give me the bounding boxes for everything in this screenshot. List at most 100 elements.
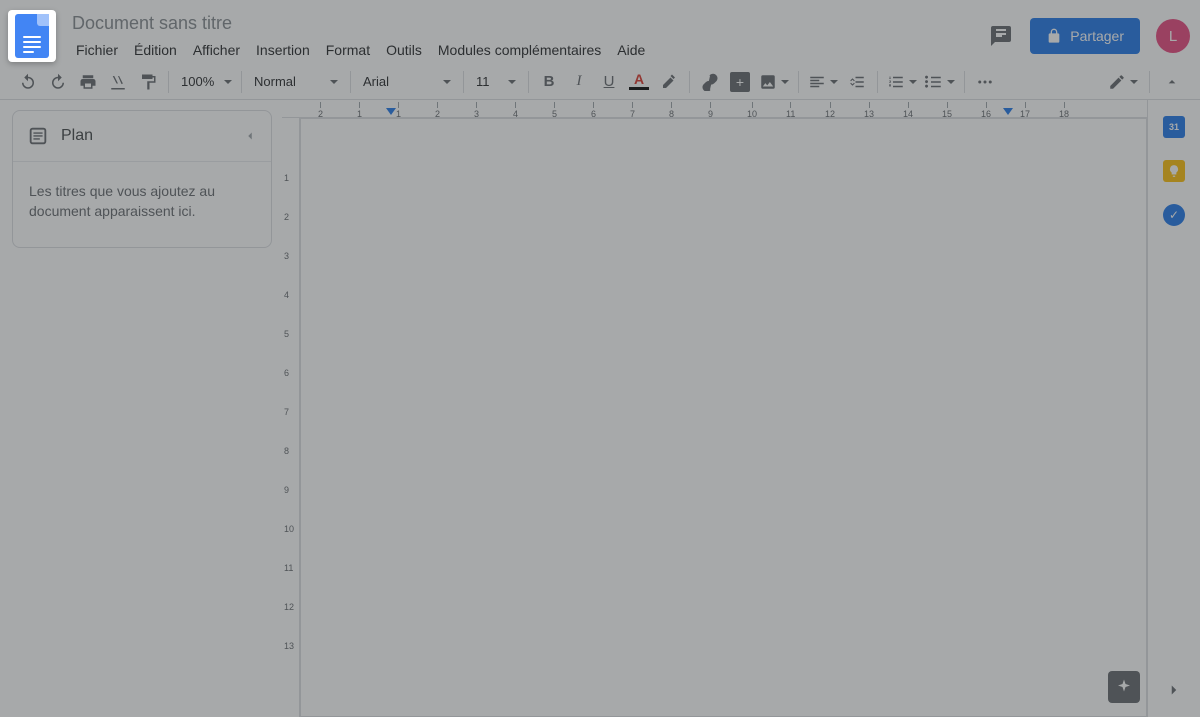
docs-logo-icon xyxy=(15,14,49,58)
editing-mode-button[interactable] xyxy=(1105,68,1141,96)
font-value: Arial xyxy=(363,74,389,89)
numbered-list-button[interactable] xyxy=(884,68,920,96)
ruler-tick: 10 xyxy=(747,102,757,119)
calendar-icon: 31 xyxy=(1169,122,1179,132)
ruler-tick: 3 xyxy=(474,102,479,119)
ruler-tick: 17 xyxy=(1020,102,1030,119)
line-spacing-icon xyxy=(848,73,866,91)
underline-button[interactable]: U xyxy=(595,68,623,96)
line-spacing-button[interactable] xyxy=(843,68,871,96)
side-panel-toggle[interactable] xyxy=(1165,681,1183,699)
italic-button[interactable]: I xyxy=(565,68,593,96)
explore-icon xyxy=(1115,678,1133,696)
text-color-swatch xyxy=(629,87,649,90)
menu-format[interactable]: Format xyxy=(318,38,378,62)
align-button[interactable] xyxy=(805,68,841,96)
bold-button[interactable]: B xyxy=(535,68,563,96)
ruler-tick: 8 xyxy=(284,446,289,456)
toolbar: 100% Normal Arial 11 B I U A + xyxy=(0,64,1200,100)
menu-file[interactable]: Fichier xyxy=(68,38,126,62)
menu-edit[interactable]: Édition xyxy=(126,38,185,62)
share-button-label: Partager xyxy=(1070,28,1124,44)
side-panel: 31 xyxy=(1148,100,1200,717)
undo-icon xyxy=(19,73,37,91)
ruler-tick: 5 xyxy=(552,102,557,119)
redo-button[interactable] xyxy=(44,68,72,96)
insert-image-button[interactable] xyxy=(756,68,792,96)
ruler-tick: 1 xyxy=(357,102,362,119)
menu-tools[interactable]: Outils xyxy=(378,38,430,62)
paragraph-style-dropdown[interactable]: Normal xyxy=(248,68,344,96)
outline-title: Plan xyxy=(61,127,231,145)
style-value: Normal xyxy=(254,74,296,89)
zoom-dropdown[interactable]: 100% xyxy=(175,68,235,96)
text-color-icon: A xyxy=(634,74,644,84)
tasks-app-button[interactable] xyxy=(1163,204,1185,226)
ruler-tick: 7 xyxy=(284,407,289,417)
spellcheck-button[interactable] xyxy=(104,68,132,96)
ruler-tick: 8 xyxy=(669,102,674,119)
right-indent-marker[interactable] xyxy=(1003,108,1013,115)
ruler-tick: 16 xyxy=(981,102,991,119)
paint-format-button[interactable] xyxy=(134,68,162,96)
horizontal-ruler[interactable]: 21123456789101112131415161718 xyxy=(282,100,1147,118)
docs-home-button[interactable] xyxy=(8,10,56,62)
image-icon xyxy=(759,73,777,91)
undo-button[interactable] xyxy=(14,68,42,96)
highlight-button[interactable] xyxy=(655,68,683,96)
paint-roller-icon xyxy=(139,73,157,91)
zoom-value: 100% xyxy=(181,74,214,89)
menu-view[interactable]: Afficher xyxy=(185,38,248,62)
more-horiz-icon xyxy=(976,73,994,91)
font-family-dropdown[interactable]: Arial xyxy=(357,68,457,96)
share-button[interactable]: Partager xyxy=(1030,18,1140,54)
comments-history-button[interactable] xyxy=(982,17,1020,55)
vertical-ruler[interactable]: 12345678910111213 xyxy=(282,118,300,717)
left-indent-marker[interactable] xyxy=(386,108,396,115)
document-title[interactable]: Document sans titre xyxy=(68,11,653,36)
menu-insert[interactable]: Insertion xyxy=(248,38,318,62)
ruler-tick: 11 xyxy=(786,102,795,119)
ruler-tick: 9 xyxy=(284,485,289,495)
ruler-tick: 3 xyxy=(284,251,289,261)
explore-button[interactable] xyxy=(1108,671,1140,703)
ruler-tick: 12 xyxy=(825,102,835,119)
redo-icon xyxy=(49,73,67,91)
collapse-toolbar-button[interactable] xyxy=(1158,68,1186,96)
ruler-tick: 7 xyxy=(630,102,635,119)
ruler-tick: 15 xyxy=(942,102,952,119)
keep-app-button[interactable] xyxy=(1163,160,1185,182)
menu-addons[interactable]: Modules complémentaires xyxy=(430,38,609,62)
ruler-tick: 9 xyxy=(708,102,713,119)
text-color-button[interactable]: A xyxy=(625,68,653,96)
ruler-tick: 2 xyxy=(435,102,440,119)
pencil-icon xyxy=(1108,73,1126,91)
print-button[interactable] xyxy=(74,68,102,96)
font-size-dropdown[interactable]: 11 xyxy=(470,68,522,96)
ruler-tick: 12 xyxy=(284,602,294,612)
insert-link-button[interactable] xyxy=(696,68,724,96)
outline-empty-message: Les titres que vous ajoutez au document … xyxy=(13,162,271,247)
ruler-tick: 1 xyxy=(284,173,289,183)
more-button[interactable] xyxy=(971,68,999,96)
ruler-tick: 13 xyxy=(864,102,874,119)
account-avatar[interactable]: L xyxy=(1156,19,1190,53)
ruler-tick: 2 xyxy=(284,212,289,222)
add-comment-button[interactable]: + xyxy=(726,68,754,96)
chat-icon xyxy=(989,24,1013,48)
document-page[interactable] xyxy=(300,118,1147,717)
ruler-tick: 11 xyxy=(284,563,293,573)
ruler-tick: 1 xyxy=(396,102,401,119)
print-icon xyxy=(79,73,97,91)
spellcheck-icon xyxy=(109,73,127,91)
menubar: Fichier Édition Afficher Insertion Forma… xyxy=(68,38,653,62)
ruler-tick: 6 xyxy=(591,102,596,119)
font-size-value: 11 xyxy=(476,74,490,89)
menu-help[interactable]: Aide xyxy=(609,38,653,62)
document-canvas[interactable]: 21123456789101112131415161718 1234567891… xyxy=(282,100,1148,717)
bulleted-list-button[interactable] xyxy=(922,68,958,96)
body: Plan Les titres que vous ajoutez au docu… xyxy=(0,100,1200,717)
outline-collapse-button[interactable] xyxy=(243,129,257,143)
calendar-app-button[interactable]: 31 xyxy=(1163,116,1185,138)
align-left-icon xyxy=(808,73,826,91)
